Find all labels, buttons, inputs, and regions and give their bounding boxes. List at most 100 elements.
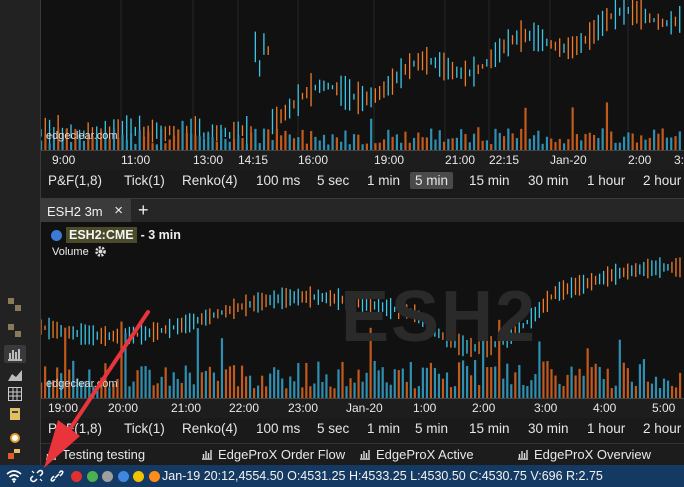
pattern-tool-icon[interactable] (4, 322, 26, 340)
add-tab-button[interactable]: + (138, 200, 149, 221)
bottom-timeframe-100-ms[interactable]: 100 ms (251, 420, 305, 437)
volume-bar (365, 372, 368, 398)
volume-bar (554, 375, 557, 398)
volume-bar (605, 102, 609, 150)
bottom-timeframe-30-min[interactable]: 30 min (523, 420, 574, 437)
bottom-chart[interactable]: ESH2 ESH2:CME - 3 min Volume edgeclear.c… (41, 222, 684, 398)
volume-bar (658, 388, 662, 398)
volume-bar (82, 140, 86, 150)
gear-icon[interactable] (94, 245, 107, 258)
workspace-tab-2[interactable]: EdgeProX Active (359, 447, 474, 462)
volume-bar (41, 140, 43, 150)
workspace-tab-3[interactable]: EdgeProX Overview (517, 447, 651, 462)
color-blocks-icon[interactable] (4, 445, 26, 463)
top-timeframe-1-min[interactable]: 1 min (362, 172, 405, 189)
top-timeframe-tick-1-[interactable]: Tick(1) (119, 172, 170, 189)
volume-bar (594, 363, 597, 398)
volume-bar (232, 139, 236, 150)
top-timeframe-1-hour[interactable]: 1 hour (582, 172, 630, 189)
volume-bar (408, 142, 411, 150)
bottom-time-tick-label: 19:00 (48, 401, 79, 415)
close-icon[interactable]: × (114, 202, 123, 219)
volume-bar (662, 378, 666, 398)
link-icon[interactable] (50, 469, 64, 483)
top-timeframe-2-hour[interactable]: 2 hour (638, 172, 684, 189)
drawing-tool-icon[interactable] (4, 296, 26, 314)
volume-bar (542, 361, 545, 398)
volume-bar (192, 384, 195, 398)
volume-bar (654, 376, 658, 398)
volume-bar (567, 139, 570, 150)
volume-bar (631, 133, 634, 150)
bottom-time-axis: 19:00 20:00 21:00 22:00 23:00 Jan-20 1:00 2:00 3… (41, 398, 684, 419)
status-dot (117, 471, 129, 482)
volume-indicator-label: Volume (52, 245, 107, 258)
bottom-time-tick-label: 2:00 (472, 401, 496, 415)
volume-bar (421, 137, 424, 150)
bottom-timeframe-15-min[interactable]: 15 min (464, 420, 515, 437)
bottom-timeframe-5-sec[interactable]: 5 sec (312, 420, 354, 437)
top-timeframe-renko-4-[interactable]: Renko(4) (177, 172, 243, 189)
top-timeframe-30-min[interactable]: 30 min (523, 172, 574, 189)
volume-bar (301, 387, 304, 398)
top-timeframe-100-ms[interactable]: 100 ms (251, 172, 305, 189)
volume-bar (461, 360, 465, 398)
workspace-tab-1[interactable]: EdgeProX Order Flow (201, 447, 345, 462)
bar-chart-icon[interactable] (4, 345, 26, 363)
bottom-timeframe-tick-1-[interactable]: Tick(1) (119, 420, 170, 437)
bottom-time-tick-label: 3:00 (534, 401, 558, 415)
bottom-timeframe-renko-4-[interactable]: Renko(4) (177, 420, 243, 437)
volume-bar (515, 138, 519, 150)
bottom-timeframe-1-min[interactable]: 1 min (362, 420, 405, 437)
volume-bar (275, 128, 278, 150)
volume-bar (252, 388, 256, 398)
bottom-timeframe-2-hour[interactable]: 2 hour (638, 420, 684, 437)
grid-table-icon[interactable] (4, 385, 26, 403)
top-timeframe-15-min[interactable]: 15 min (464, 172, 515, 189)
volume-bar (635, 142, 639, 150)
symbol-watermark: ESH2 (341, 277, 538, 357)
volume-bar (172, 372, 175, 398)
workspace-tab-0[interactable]: Testing testing (45, 447, 145, 462)
symbol-label[interactable]: ESH2:CME (66, 227, 137, 243)
volume-bar (678, 372, 682, 398)
document-icon[interactable] (4, 405, 26, 423)
volume-bar (614, 142, 617, 150)
volume-bar (232, 365, 236, 398)
tab-esh2-3m[interactable]: ESH2 3m × (41, 199, 131, 223)
volume-bar (292, 138, 296, 150)
area-chart-icon[interactable] (4, 366, 26, 384)
top-timeframe-5-min[interactable]: 5 min (410, 172, 454, 189)
volume-bar (453, 386, 457, 398)
volume-bar (391, 136, 394, 150)
top-time-tick-label: 2:00 (628, 153, 652, 167)
volume-bar (280, 135, 283, 150)
bottom-timeframe-5-min[interactable]: 5 min (410, 420, 453, 437)
volume-bar (180, 382, 183, 398)
alarm-icon[interactable] (4, 428, 26, 446)
volume-bar (310, 131, 313, 150)
volume-bar (188, 372, 191, 398)
volume-bar (470, 375, 473, 398)
top-timeframe-5-sec[interactable]: 5 sec (312, 172, 354, 189)
volume-bar (325, 374, 328, 398)
volume-bar (240, 365, 244, 398)
top-timeframe-p-f-1-8-[interactable]: P&F(1,8) (43, 172, 107, 189)
volume-bar (670, 385, 674, 398)
volume-bar (520, 128, 523, 150)
symbol-header: ESH2:CME - 3 min (51, 227, 181, 243)
volume-bar (168, 139, 171, 150)
volume-bar (389, 384, 392, 398)
volume-bar (273, 367, 276, 398)
volume-bar (335, 137, 338, 150)
bottom-timeframe-1-hour[interactable]: 1 hour (582, 420, 630, 437)
broken-link-icon[interactable] (30, 469, 44, 483)
bottom-timeframe-p-f-1-8-[interactable]: P&F(1,8) (43, 420, 107, 437)
volume-bar (678, 131, 681, 150)
volume-bar (177, 129, 180, 150)
volume-bar (128, 386, 131, 398)
volume-bar (378, 142, 381, 150)
top-chart[interactable]: edgeclear.com (41, 0, 684, 150)
top-time-tick-label: 13:00 (193, 153, 224, 167)
volume-bar (370, 118, 373, 150)
